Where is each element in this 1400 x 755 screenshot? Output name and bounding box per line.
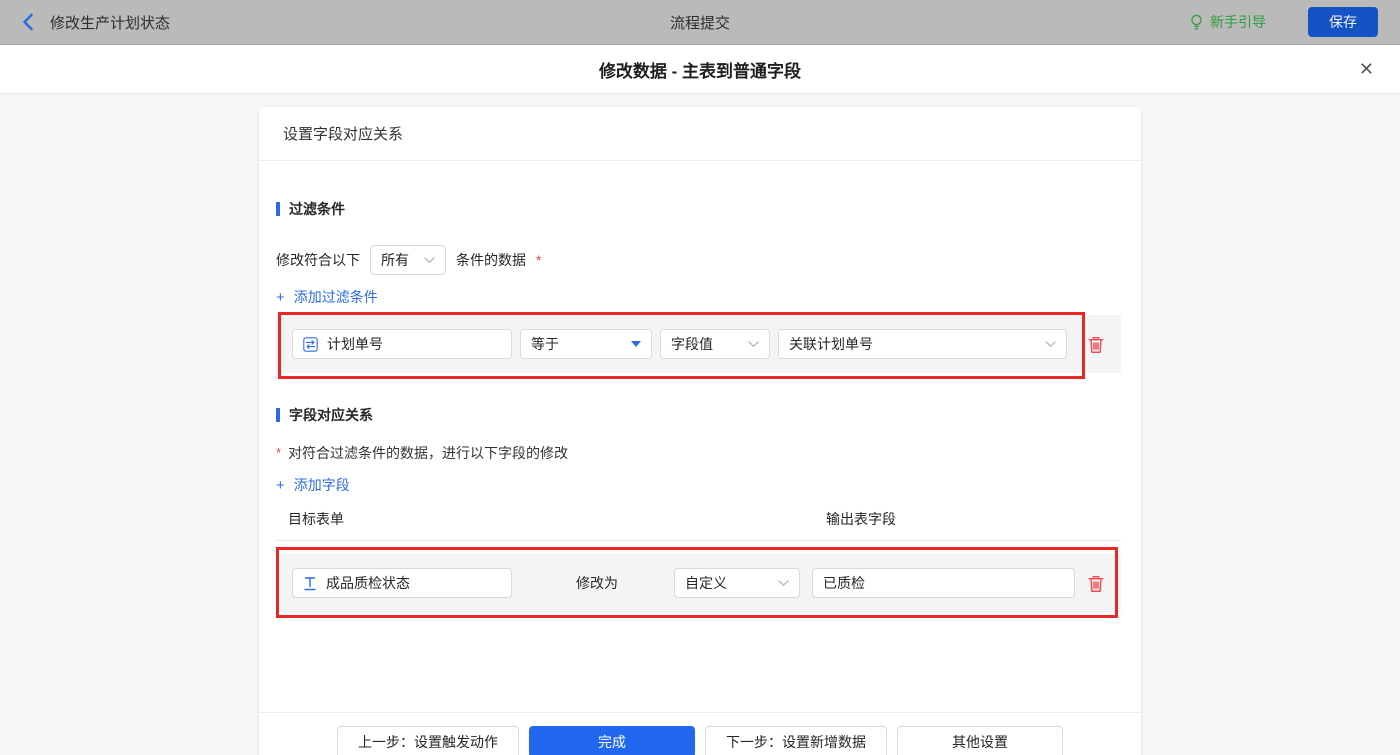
section-bar-icon <box>276 202 280 216</box>
field-mapping-row: 成品质检状态 修改为 自定义 已质检 <box>276 554 1121 612</box>
card-header-title: 设置字段对应关系 <box>259 107 1141 161</box>
mapping-section-title: 字段对应关系 <box>276 405 1121 425</box>
modal-body: 设置字段对应关系 过滤条件 修改符合以下 所有 条件的数据 * + <box>0 107 1400 755</box>
text-field-icon <box>303 576 317 591</box>
chevron-down-icon <box>1045 341 1056 348</box>
target-field-value: 成品质检状态 <box>326 573 410 593</box>
column-header-output-field: 输出表字段 <box>826 509 896 529</box>
section-bar-icon <box>276 408 280 422</box>
guide-label: 新手引导 <box>1210 12 1266 32</box>
close-icon[interactable]: ✕ <box>1359 60 1374 78</box>
mapping-description: 对符合过滤条件的数据，进行以下字段的修改 <box>288 443 568 463</box>
workflow-title: 修改生产计划状态 <box>50 12 170 33</box>
next-step-button[interactable]: 下一步：设置新增数据 <box>705 726 887 755</box>
caret-down-blue-icon <box>631 341 641 347</box>
chevron-down-icon <box>778 580 789 587</box>
target-field-input[interactable]: 成品质检状态 <box>292 568 512 598</box>
match-prefix-label: 修改符合以下 <box>276 250 360 270</box>
filter-field-input[interactable]: 计划单号 <box>292 329 512 359</box>
other-settings-button[interactable]: 其他设置 <box>897 726 1063 755</box>
card-footer: 上一步：设置触发动作 完成 下一步：设置新增数据 其他设置 <box>259 712 1141 755</box>
chevron-down-icon <box>748 341 759 348</box>
required-asterisk: * <box>536 252 541 268</box>
settings-card: 设置字段对应关系 过滤条件 修改符合以下 所有 条件的数据 * + <box>259 107 1141 755</box>
operator-select[interactable]: 等于 <box>520 329 652 359</box>
add-field-link[interactable]: + 添加字段 <box>276 475 350 495</box>
required-asterisk: * <box>276 443 281 460</box>
modal-header: 修改数据 - 主表到普通字段 ✕ <box>0 45 1400 94</box>
plus-icon: + <box>276 290 285 305</box>
compare-field-select[interactable]: 关联计划单号 <box>778 329 1067 359</box>
delete-condition-trash-icon[interactable] <box>1087 335 1105 354</box>
delete-field-trash-icon[interactable] <box>1087 574 1105 593</box>
done-button[interactable]: 完成 <box>529 726 695 755</box>
process-submit-label: 流程提交 <box>670 12 730 33</box>
prev-step-button[interactable]: 上一步：设置触发动作 <box>337 726 519 755</box>
match-suffix-label: 条件的数据 <box>456 250 526 270</box>
back-chevron-icon[interactable] <box>22 13 34 31</box>
filter-field-value: 计划单号 <box>327 334 383 354</box>
filter-section-title: 过滤条件 <box>276 199 1121 219</box>
match-type-select[interactable]: 所有 <box>370 245 446 275</box>
modal-title: 修改数据 - 主表到普通字段 <box>599 57 801 82</box>
serial-number-field-icon <box>303 337 318 352</box>
plus-icon: + <box>276 478 285 493</box>
chevron-down-icon <box>424 257 435 264</box>
column-header-target-form: 目标表单 <box>288 509 344 529</box>
value-type-select[interactable]: 字段值 <box>660 329 770 359</box>
guide-lightbulb-icon <box>1189 14 1204 31</box>
custom-value-input[interactable]: 已质检 <box>812 568 1075 598</box>
modify-to-label: 修改为 <box>576 573 618 593</box>
add-filter-condition-link[interactable]: + 添加过滤条件 <box>276 287 378 307</box>
save-button[interactable]: 保存 <box>1308 7 1378 37</box>
filter-condition-row: 计划单号 等于 字段值 关联计划单号 <box>276 315 1121 373</box>
value-mode-select[interactable]: 自定义 <box>674 568 800 598</box>
topbar: 修改生产计划状态 流程提交 新手引导 保存 <box>0 0 1400 45</box>
beginner-guide-button[interactable]: 新手引导 <box>1189 12 1266 32</box>
